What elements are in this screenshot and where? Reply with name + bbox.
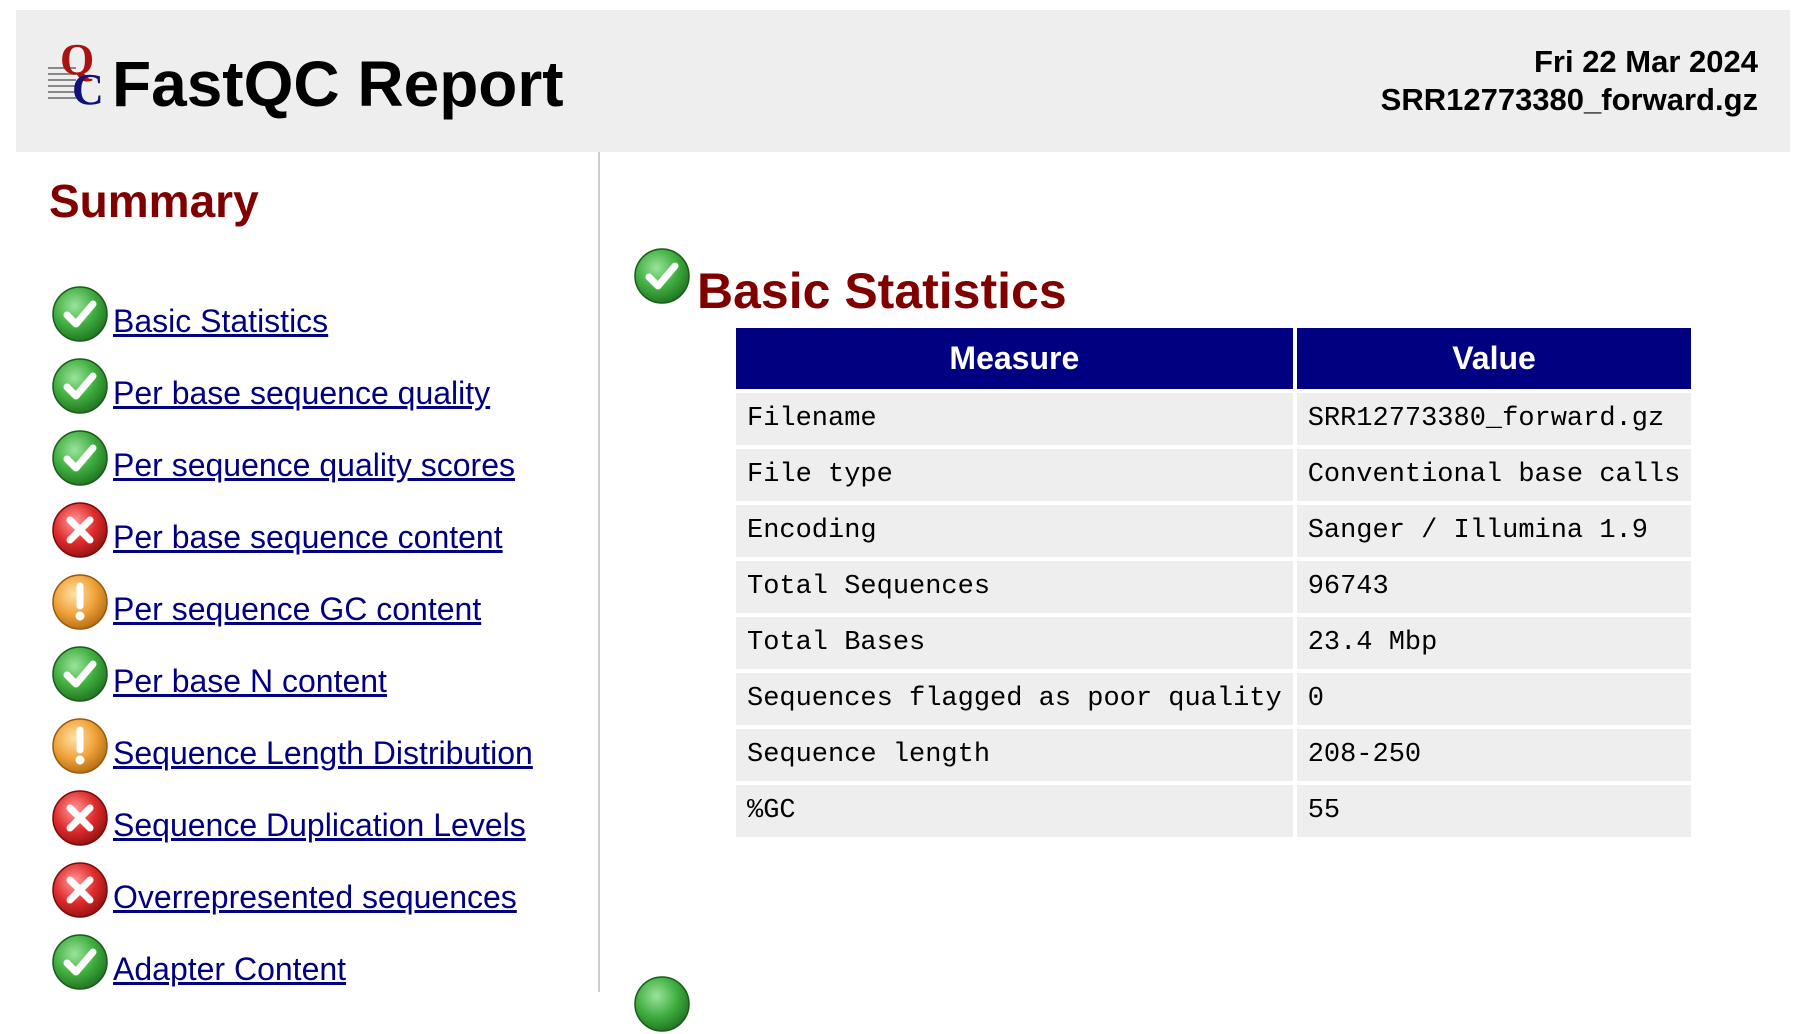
pass-icon [52,358,108,414]
pass-icon [52,646,108,702]
cell-value: 23.4 Mbp [1296,617,1692,669]
cell-measure: Filename [736,393,1293,445]
report-header: Q C FastQC Report Fri 22 Mar 2024 SRR127… [16,10,1790,152]
report-title: FastQC Report [112,48,564,120]
pass-icon [52,430,108,486]
table-row: Encoding Sanger / Illumina 1.9 [736,505,1692,557]
cell-measure: %GC [736,785,1293,837]
table-row: Total Bases 23.4 Mbp [736,617,1692,669]
pass-icon [52,934,108,990]
cell-measure: Sequences flagged as poor quality [736,673,1293,725]
cell-value: 0 [1296,673,1692,725]
summary-panel: Summary Basic Statistics Per base sequenc… [0,152,600,992]
summary-link[interactable]: Basic Statistics [113,303,328,340]
report-filename: SRR12773380_forward.gz [1380,82,1758,117]
svg-text:C: C [72,65,104,114]
summary-link[interactable]: Per base sequence quality [113,375,490,412]
table-row: Sequence length 208-250 [736,729,1692,781]
column-header-measure: Measure [736,328,1293,389]
table-row: Total Sequences 96743 [736,561,1692,613]
table-row: Filename SRR12773380_forward.gz [736,393,1692,445]
pass-icon [634,248,690,304]
section-title: Basic Statistics [697,263,1067,319]
summary-link[interactable]: Per base sequence content [113,519,503,556]
fail-icon [52,862,108,918]
cell-value: 96743 [1296,561,1692,613]
summary-link[interactable]: Per base N content [113,663,387,700]
summary-title: Summary [49,175,259,227]
cell-measure: Sequence length [736,729,1293,781]
column-header-value: Value [1296,328,1692,389]
pass-icon [634,976,690,1032]
cell-measure: Total Bases [736,617,1293,669]
cell-value: Conventional base calls [1296,449,1692,501]
basic-statistics-table: Measure Value Filename SRR12773380_forwar… [732,324,1695,841]
warn-icon [52,574,108,630]
fastqc-logo: Q C [48,38,104,114]
summary-link[interactable]: Adapter Content [113,951,346,988]
cell-value: 55 [1296,785,1692,837]
table-row: Sequences flagged as poor quality 0 [736,673,1692,725]
report-meta: Fri 22 Mar 2024 SRR12773380_forward.gz [1381,43,1758,119]
main-content: Basic Statistics Measure Value Filename S… [600,152,1806,1032]
cell-value: 208-250 [1296,729,1692,781]
cell-measure: File type [736,449,1293,501]
cell-measure: Total Sequences [736,561,1293,613]
report-date: Fri 22 Mar 2024 [1533,44,1758,79]
warn-icon [52,718,108,774]
cell-value: Sanger / Illumina 1.9 [1296,505,1692,557]
fail-icon [52,790,108,846]
cell-value: SRR12773380_forward.gz [1296,393,1692,445]
table-body: Filename SRR12773380_forward.gz File type C… [736,393,1692,837]
table-header-row: Measure Value [736,328,1692,389]
summary-link[interactable]: Sequence Length Distribution [113,735,533,772]
fail-icon [52,502,108,558]
summary-link[interactable]: Overrepresented sequences [113,879,517,916]
summary-link[interactable]: Per sequence quality scores [113,447,515,484]
pass-icon [52,286,108,342]
table-row: %GC 55 [736,785,1692,837]
summary-link[interactable]: Per sequence GC content [113,591,481,628]
table-row: File type Conventional base calls [736,449,1692,501]
cell-measure: Encoding [736,505,1293,557]
summary-link[interactable]: Sequence Duplication Levels [113,807,526,844]
